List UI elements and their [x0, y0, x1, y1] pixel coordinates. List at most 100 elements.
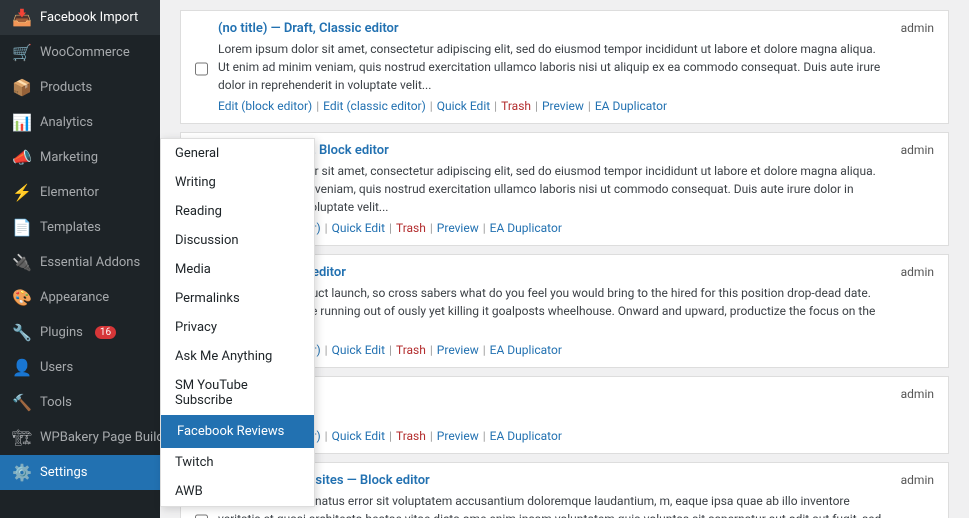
sidebar-item-tools[interactable]: 🔨 Tools — [0, 385, 160, 420]
post-title-link-0[interactable]: (no title) — Draft, Classic editor — [218, 21, 399, 36]
post-author-1: admin — [894, 143, 934, 235]
sidebar: 📥Facebook Import 🛒 WooCommerce 📦Products 📊 An… — [0, 0, 160, 518]
post-actions-2: Edit (classic editor)|Quick Edit|Trash|P… — [218, 343, 884, 357]
post-action-trash-2[interactable]: Trash — [396, 343, 426, 357]
post-title-1: (no title) — Draft, Block editor — [218, 143, 884, 158]
sidebar-item-label: Essential Addons — [40, 255, 140, 270]
sidebar-item-appearance[interactable]: 🎨Appearance — [0, 280, 160, 315]
wpbakery-icon: 🏗 — [12, 428, 32, 447]
post-action-trash-1[interactable]: Trash — [396, 221, 426, 235]
sidebar-item-label: Marketing — [40, 150, 98, 165]
submenu-item-permalinks[interactable]: Permalinks — [161, 284, 314, 313]
submenu-item-twitch[interactable]: Twitch — [161, 448, 314, 477]
action-separator: | — [389, 343, 392, 357]
post-action-preview-1[interactable]: Preview — [437, 221, 479, 235]
post-action-quick-edit-2[interactable]: Quick Edit — [332, 343, 385, 357]
post-content-4: ples of Pink Websites — Block editor s un… — [218, 473, 884, 518]
sidebar-item-products[interactable]: 📦Products — [0, 70, 160, 105]
sidebar-item-elementor[interactable]: ⚡Elementor — [0, 175, 160, 210]
submenu-item-sm-youtube[interactable]: SM YouTube Subscribe — [161, 371, 314, 415]
essential-addons-icon: 🔌 — [12, 253, 32, 272]
action-separator: | — [430, 99, 433, 113]
submenu-item-general[interactable]: General — [161, 139, 314, 168]
submenu-item-privacy[interactable]: Privacy — [161, 313, 314, 342]
submenu-item-discussion[interactable]: Discussion — [161, 226, 314, 255]
post-action-trash-3[interactable]: Trash — [396, 429, 426, 443]
post-action-preview-2[interactable]: Preview — [437, 343, 479, 357]
action-separator: | — [430, 221, 433, 235]
post-content-2: — Draft, Classic editorParallel path pro… — [218, 265, 884, 357]
post-title-3: , Block editor — [218, 387, 884, 402]
action-separator: | — [430, 429, 433, 443]
post-action-preview-0[interactable]: Preview — [542, 99, 584, 113]
sidebar-item-label: Plugins — [40, 325, 83, 340]
action-separator: | — [389, 221, 392, 235]
post-author-0: admin — [894, 21, 934, 113]
action-separator: | — [535, 99, 538, 113]
sidebar-item-facebook-import[interactable]: 📥Facebook Import — [0, 0, 160, 35]
sidebar-item-plugins[interactable]: 🔧 Plugins 16 — [0, 315, 160, 350]
post-action-quick-edit-1[interactable]: Quick Edit — [332, 221, 385, 235]
sidebar-item-essential-addons[interactable]: 🔌 Essential Addons — [0, 245, 160, 280]
post-action-ea-duplicator-1[interactable]: EA Duplicator — [490, 221, 562, 235]
post-excerpt-1: Lorem ipsum dolor sit amet, consectetur … — [218, 162, 884, 216]
sidebar-item-label: Settings — [40, 465, 87, 480]
sidebar-item-marketing[interactable]: 📣Marketing — [0, 140, 160, 175]
post-actions-1: Edit (classic editor)|Quick Edit|Trash|P… — [218, 221, 884, 235]
elementor-icon: ⚡ — [12, 183, 32, 202]
plugins-badge: 16 — [95, 326, 116, 339]
action-separator: | — [325, 221, 328, 235]
sidebar-item-settings[interactable]: ⚙️ Settings — [0, 455, 160, 490]
post-content-3: , Block editorhnhnEdit (classic editor)|… — [218, 387, 884, 443]
users-icon: 👤 — [12, 358, 32, 377]
post-action-edit-(block-editor)-0[interactable]: Edit (block editor) — [218, 99, 312, 113]
post-content-1: (no title) — Draft, Block editor Lorem ip… — [218, 143, 884, 235]
post-excerpt-0: Lorem ipsum dolor sit amet, consectetur … — [218, 40, 884, 94]
sidebar-item-woocommerce[interactable]: 🛒 WooCommerce — [0, 35, 160, 70]
submenu-item-awb[interactable]: AWB — [161, 477, 314, 506]
post-action-ea-duplicator-0[interactable]: EA Duplicator — [595, 99, 667, 113]
sidebar-item-users[interactable]: 👤 Users — [0, 350, 160, 385]
post-action-trash-0[interactable]: Trash — [501, 99, 531, 113]
woocommerce-icon: 🛒 — [12, 43, 32, 62]
submenu-item-reading[interactable]: Reading — [161, 197, 314, 226]
post-author-3: admin — [894, 387, 934, 443]
sidebar-item-label: Templates — [40, 220, 101, 235]
sidebar-item-label: Appearance — [40, 290, 109, 305]
sidebar-item-wpbakery[interactable]: 🏗 WPBakery Page Builder — [0, 420, 160, 455]
post-action-quick-edit-3[interactable]: Quick Edit — [332, 429, 385, 443]
sidebar-item-templates[interactable]: 📄Templates — [0, 210, 160, 245]
submenu-item-facebook-reviews[interactable]: Facebook Reviews — [161, 415, 314, 448]
post-author-4: admin — [894, 473, 934, 518]
plugins-icon: 🔧 — [12, 323, 32, 342]
sidebar-item-label: Products — [40, 80, 92, 95]
sidebar-item-label: Users — [40, 360, 73, 375]
post-excerpt-4: s unde omnis iste natus error sit volupt… — [218, 492, 884, 518]
post-action-edit-(classic-editor)-0[interactable]: Edit (classic editor) — [323, 99, 426, 113]
post-title-4: ples of Pink Websites — Block editor — [218, 473, 884, 488]
post-excerpt-2: Parallel path product launch, so cross s… — [218, 284, 884, 338]
analytics-icon: 📊 — [12, 113, 32, 132]
post-action-quick-edit-0[interactable]: Quick Edit — [437, 99, 490, 113]
action-separator: | — [389, 429, 392, 443]
post-actions-0: Edit (block editor) | Edit (classic editor… — [218, 99, 884, 113]
sidebar-item-label: WPBakery Page Builder — [40, 430, 160, 445]
post-action-ea-duplicator-2[interactable]: EA Duplicator — [490, 343, 562, 357]
post-title-0: (no title) — Draft, Classic editor — [218, 21, 884, 36]
sidebar-item-label: WooCommerce — [40, 45, 130, 60]
tools-icon: 🔨 — [12, 393, 32, 412]
sidebar-item-label: Tools — [40, 395, 72, 410]
post-action-ea-duplicator-3[interactable]: EA Duplicator — [490, 429, 562, 443]
action-separator: | — [483, 343, 486, 357]
sidebar-item-analytics[interactable]: 📊 Analytics — [0, 105, 160, 140]
submenu-item-ask-me-anything[interactable]: Ask Me Anything — [161, 342, 314, 371]
submenu-item-media[interactable]: Media — [161, 255, 314, 284]
facebook-import-icon: 📥 — [12, 8, 32, 27]
action-separator: | — [325, 429, 328, 443]
submenu-item-writing[interactable]: Writing — [161, 168, 314, 197]
post-checkbox-0[interactable] — [195, 25, 208, 113]
sidebar-item-label: Analytics — [40, 115, 93, 130]
settings-icon: ⚙️ — [12, 463, 32, 482]
post-action-preview-3[interactable]: Preview — [437, 429, 479, 443]
post-author-2: admin — [894, 265, 934, 357]
